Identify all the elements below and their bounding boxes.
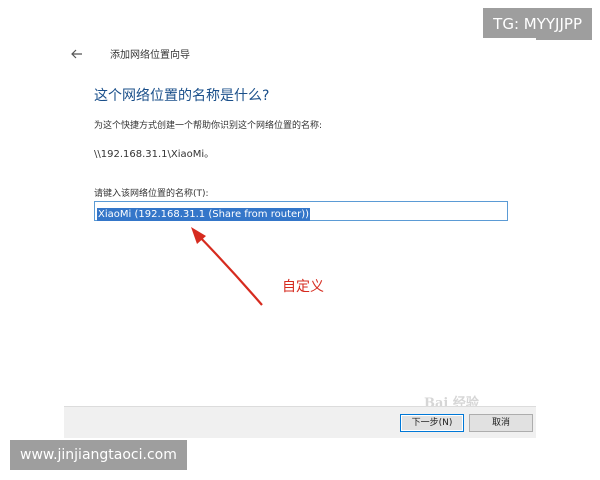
page-heading: 这个网络位置的名称是什么? [94, 88, 270, 104]
wizard-footer: 下一步(N) 取消 [64, 406, 536, 438]
wizard-title: 添加网络位置向导 [110, 50, 190, 61]
site-url-badge: www.jinjiangtaoci.com [10, 440, 187, 470]
location-name-value: XiaoMi (192.168.31.1 (Share from router)… [97, 208, 311, 221]
next-button[interactable]: 下一步(N) [400, 414, 464, 432]
name-input-label: 请键入该网络位置的名称(T): [94, 189, 209, 199]
annotation-label: 自定义 [282, 279, 324, 295]
network-path: \\192.168.31.1\XiaoMi。 [94, 149, 215, 160]
location-name-input[interactable]: XiaoMi (192.168.31.1 (Share from router)… [94, 201, 508, 221]
tg-badge: TG: MYYJJPP [483, 8, 592, 40]
add-network-location-wizard: 添加网络位置向导 这个网络位置的名称是什么? 为这个快捷方式创建一个帮助你识别这… [64, 38, 536, 438]
back-arrow-icon[interactable] [70, 46, 84, 60]
description-text: 为这个快捷方式创建一个帮助你识别这个网络位置的名称: [94, 121, 323, 131]
cancel-button[interactable]: 取消 [469, 414, 533, 432]
